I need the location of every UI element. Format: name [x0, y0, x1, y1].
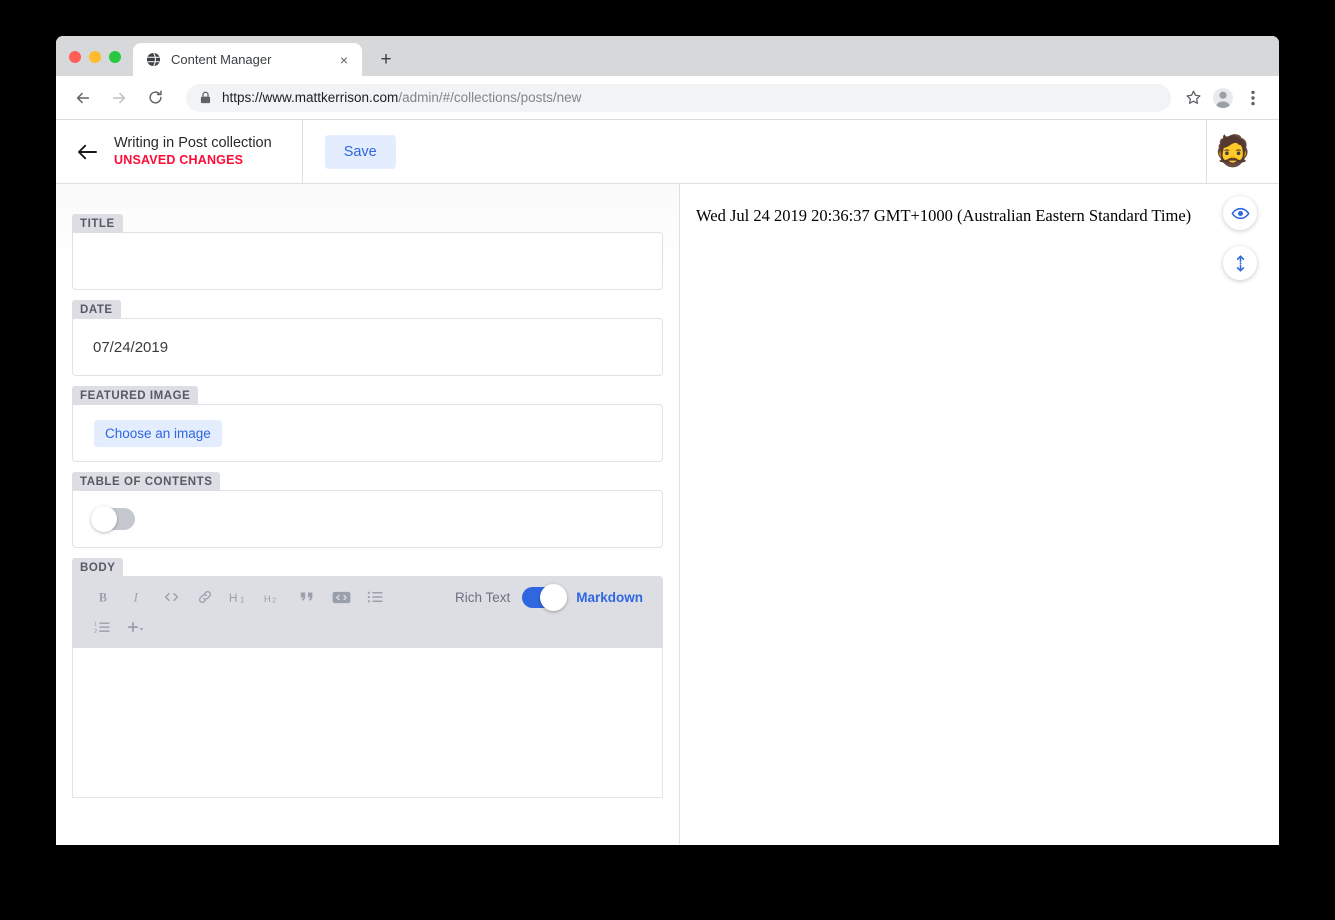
toolbar-row-secondary: 1 2: [86, 615, 649, 641]
choose-image-button[interactable]: Choose an image: [94, 419, 222, 447]
toolbar-row-primary: B I H 1 H 2 Rich Text Markdown: [86, 583, 649, 611]
rich-text-toolbar: B I H 1 H 2 Rich Text Markdown 1 2: [72, 576, 663, 648]
svg-text:I: I: [132, 590, 138, 604]
heading-2-icon[interactable]: H 2: [256, 584, 290, 610]
new-tab-button[interactable]: +: [372, 45, 400, 73]
toggle-preview-button[interactable]: [1223, 196, 1257, 230]
close-tab-icon[interactable]: ×: [335, 51, 353, 69]
field-label-table-of-contents: TABLE OF CONTENTS: [72, 472, 221, 491]
address-bar[interactable]: https://www.mattkerrison.com/admin/#/col…: [186, 83, 1171, 112]
user-menu[interactable]: 🧔: [1206, 120, 1279, 184]
star-icon[interactable]: [1179, 84, 1207, 112]
forward-arrow-icon[interactable]: [104, 83, 134, 113]
table-of-contents-toggle[interactable]: [91, 506, 135, 532]
browser-window: Content Manager × + https://www.mattkerr…: [56, 36, 1279, 845]
avatar: [1213, 87, 1233, 108]
svg-text:1: 1: [94, 622, 97, 628]
heading-1-icon[interactable]: H 1: [222, 584, 256, 610]
inline-code-icon[interactable]: [154, 584, 188, 610]
preview-pane: Wed Jul 24 2019 20:36:37 GMT+1000 (Austr…: [680, 184, 1279, 844]
profile-avatar[interactable]: [1209, 84, 1237, 112]
svg-text:H: H: [264, 594, 271, 605]
mode-label-rich-text: Rich Text: [454, 589, 511, 605]
three-dot-menu-icon[interactable]: [1239, 84, 1267, 112]
url-path: /admin/#/collections/posts/new: [398, 90, 582, 105]
field-date: DATE 07/24/2019: [72, 300, 663, 376]
mode-label-markdown: Markdown: [576, 589, 643, 605]
markdown-toggle[interactable]: [522, 583, 568, 611]
cms-app: Writing in Post collection UNSAVED CHANG…: [56, 119, 1279, 844]
link-icon[interactable]: [188, 584, 222, 610]
featured-image-widget: Choose an image: [72, 404, 663, 462]
editor-form-pane: TITLE DATE 07/24/2019 FEATURED IMAGE Cho…: [56, 184, 679, 844]
url-host: https://www.mattkerrison.com: [222, 90, 399, 105]
editor-mode-switch: Rich Text Markdown: [454, 583, 649, 611]
back-arrow-icon[interactable]: [68, 83, 98, 113]
bulleted-list-icon[interactable]: [358, 584, 392, 610]
header-divider: [301, 119, 303, 184]
bold-icon[interactable]: B: [86, 584, 120, 610]
svg-text:1: 1: [240, 595, 245, 604]
toggle-knob: [540, 583, 568, 611]
close-window-button[interactable]: [69, 51, 81, 63]
title-input[interactable]: [72, 232, 663, 290]
field-table-of-contents: TABLE OF CONTENTS: [72, 472, 663, 548]
toggle-scroll-sync-button[interactable]: [1223, 246, 1257, 280]
svg-text:2: 2: [94, 629, 97, 635]
page-title: Writing in Post collection: [114, 135, 272, 151]
toggle-knob: [91, 506, 117, 532]
save-button[interactable]: Save: [324, 134, 396, 169]
code-block-icon[interactable]: [324, 584, 358, 610]
body-textarea[interactable]: [72, 648, 663, 798]
editor-workspace: TITLE DATE 07/24/2019 FEATURED IMAGE Cho…: [56, 184, 1279, 844]
lock-icon: [200, 91, 211, 104]
body-widget: B I H 1 H 2 Rich Text Markdown 1 2: [72, 576, 663, 798]
field-label-title: TITLE: [72, 214, 123, 233]
field-label-date: DATE: [72, 300, 121, 319]
field-label-featured-image: FEATURED IMAGE: [72, 386, 199, 405]
toolbar-actions: [1179, 84, 1267, 112]
browser-tab-title: Content Manager: [171, 52, 272, 67]
field-body: BODY B I H 1 H 2 Rich Text Markdown 1 2: [72, 558, 663, 798]
svg-text:H: H: [229, 591, 238, 605]
field-featured-image: FEATURED IMAGE Choose an image: [72, 386, 663, 462]
svg-text:2: 2: [272, 595, 276, 604]
svg-text:B: B: [98, 590, 106, 604]
preview-controls: [1223, 196, 1257, 280]
numbered-list-icon[interactable]: 1 2: [86, 615, 120, 641]
editor-header-text: Writing in Post collection UNSAVED CHANG…: [114, 134, 272, 169]
italic-icon[interactable]: I: [120, 584, 154, 610]
back-to-collection-button[interactable]: [74, 139, 100, 165]
date-input[interactable]: 07/24/2019: [72, 318, 663, 376]
url-text: https://www.mattkerrison.com/admin/#/col…: [222, 90, 581, 105]
preview-date-text: Wed Jul 24 2019 20:36:37 GMT+1000 (Austr…: [696, 206, 1192, 225]
globe-icon: [145, 52, 161, 68]
quote-icon[interactable]: [290, 584, 324, 610]
add-component-icon[interactable]: [120, 615, 154, 641]
browser-tab-strip: Content Manager × +: [56, 36, 1279, 76]
field-label-body: BODY: [72, 558, 124, 577]
editor-header: Writing in Post collection UNSAVED CHANG…: [56, 119, 1279, 184]
reload-icon[interactable]: [140, 83, 170, 113]
date-value: 07/24/2019: [93, 338, 169, 356]
status-badge: UNSAVED CHANGES: [114, 153, 244, 167]
maximize-window-button[interactable]: [109, 51, 121, 63]
browser-toolbar: https://www.mattkerrison.com/admin/#/col…: [56, 76, 1279, 120]
field-title: TITLE: [72, 214, 663, 290]
browser-tab[interactable]: Content Manager ×: [133, 43, 362, 76]
user-avatar: 🧔: [1214, 135, 1252, 168]
window-traffic-lights: [69, 51, 121, 63]
table-of-contents-widget: [72, 490, 663, 548]
minimize-window-button[interactable]: [89, 51, 101, 63]
